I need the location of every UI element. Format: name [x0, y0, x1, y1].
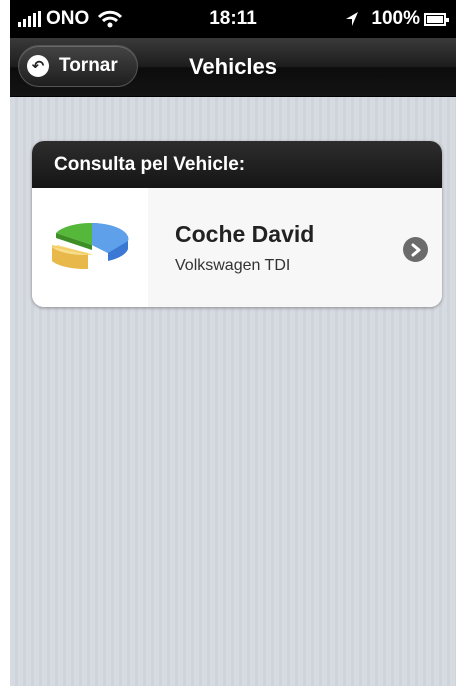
navigation-bar: ↶ Tornar Vehicles — [10, 38, 456, 97]
thumbnail — [32, 188, 148, 307]
vehicle-name: Coche David — [175, 221, 315, 247]
vehicle-list-item[interactable]: Coche David Volkswagen TDI — [32, 188, 442, 307]
content-area: Consulta pel Vehicle: Coche David Volksw… — [10, 97, 456, 686]
location-arrow-icon — [346, 12, 359, 26]
section-header: Consulta pel Vehicle: — [32, 141, 442, 188]
vehicle-section: Consulta pel Vehicle: Coche David Volksw… — [32, 141, 442, 307]
battery-icon — [424, 12, 449, 26]
phone-screen: ONO 18:11 100% ↶ Tornar Vehicles Consult… — [10, 0, 456, 686]
battery-percent: 100% — [371, 8, 420, 29]
pie-chart-icon — [52, 222, 129, 269]
vehicle-item-body: Coche David Volkswagen TDI — [148, 188, 442, 307]
status-bar: ONO 18:11 100% — [10, 0, 456, 38]
chevron-right-icon[interactable] — [403, 237, 428, 262]
status-right: 100% — [345, 8, 449, 30]
page-title: Vehicles — [188, 54, 278, 79]
vehicle-model: Volkswagen TDI — [175, 257, 291, 274]
